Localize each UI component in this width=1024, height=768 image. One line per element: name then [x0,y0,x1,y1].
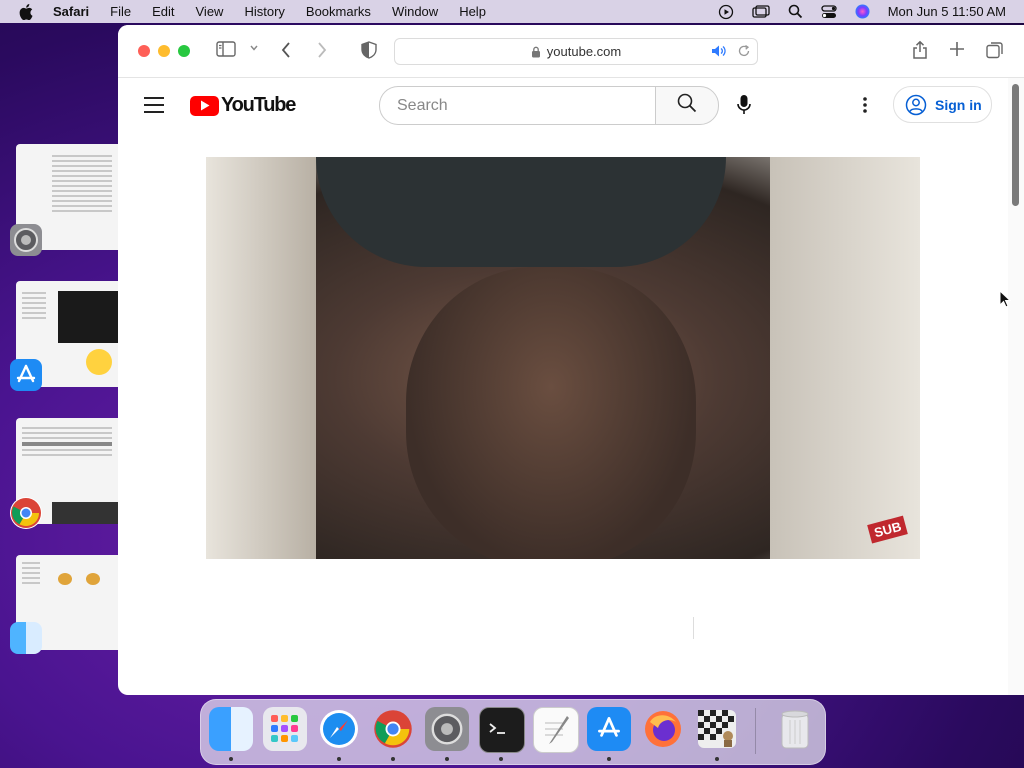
lock-icon [531,46,541,58]
chrome-app-icon[interactable] [10,497,42,529]
running-indicator [607,757,611,761]
finder-app-icon[interactable] [10,622,42,654]
menu-view[interactable]: View [196,4,224,19]
video-frame-face [406,267,696,559]
dock-trash-icon[interactable] [773,707,817,751]
sign-in-label: Sign in [935,96,982,113]
spotlight-search-icon[interactable] [788,4,803,19]
minimize-window-button[interactable] [158,45,170,57]
search-input[interactable] [395,95,639,116]
hamburger-menu-icon[interactable] [144,97,164,118]
menu-file[interactable]: File [110,4,131,19]
scrollbar-thumb[interactable] [1012,84,1019,206]
safari-toolbar: youtube.com [118,25,1024,78]
running-indicator [445,757,449,761]
menu-bookmarks[interactable]: Bookmarks [306,4,371,19]
safari-window: youtube.com YouTube Search Sign in SUB [118,25,1024,695]
new-tab-plus-icon[interactable] [949,41,965,57]
dock-system-preferences-icon[interactable] [425,707,469,751]
dock-app-store-icon[interactable] [587,707,631,751]
video-frame-background-left [206,157,316,559]
privacy-shield-icon[interactable] [361,41,377,59]
close-window-button[interactable] [138,45,150,57]
menu-app-name[interactable]: Safari [53,4,89,19]
video-frame-background-right [770,157,920,559]
siri-icon[interactable] [855,4,870,19]
control-center-icon[interactable] [821,4,837,19]
dock-separator [755,708,756,754]
menu-bar: Safari File Edit View History Bookmarks … [0,0,1024,23]
running-indicator [499,757,503,761]
youtube-play-icon [190,95,219,116]
app-store-app-icon[interactable] [10,359,42,391]
menu-edit[interactable]: Edit [152,4,174,19]
tab-overview-icon[interactable] [986,41,1004,59]
menu-history[interactable]: History [244,4,284,19]
screen-mirroring-icon[interactable] [752,4,770,19]
dock-finder-icon[interactable] [209,707,253,751]
dock-textedit-icon[interactable] [533,707,579,753]
menu-clock[interactable]: Mon Jun 5 11:50 AM [888,4,1006,19]
dock [200,699,826,765]
now-playing-icon[interactable] [718,4,734,20]
mouse-pointer-icon [999,289,1012,313]
search-icon [677,93,697,118]
sidebar-toggle-icon[interactable] [216,41,236,57]
youtube-logo-text: YouTube [221,94,296,116]
system-preferences-app-icon[interactable] [10,224,42,256]
user-account-icon [905,94,927,116]
back-arrow-icon[interactable] [280,41,292,59]
dock-terminal-icon[interactable] [479,707,525,753]
reload-icon[interactable] [737,44,751,61]
running-indicator [715,757,719,761]
menu-help[interactable]: Help [459,4,486,19]
youtube-logo[interactable]: YouTube [190,94,296,117]
dock-firefox-icon[interactable] [641,707,685,751]
youtube-header: YouTube Sign in [118,78,1008,134]
chevron-down-icon[interactable] [249,44,259,52]
speaker-audio-icon[interactable] [711,44,727,61]
page-scrollbar[interactable] [1008,78,1024,695]
menu-window[interactable]: Window [392,4,438,19]
video-frame-beanie [316,157,726,267]
dock-launchpad-icon[interactable] [263,707,307,751]
forward-arrow-icon[interactable] [316,41,328,59]
dock-chrome-icon[interactable] [371,707,415,751]
running-indicator [229,757,233,761]
zoom-window-button[interactable] [178,45,190,57]
address-url: youtube.com [546,44,622,59]
more-options-icon[interactable] [862,96,868,119]
dock-chess-icon[interactable] [695,707,739,751]
dock-safari-icon[interactable] [317,707,361,751]
microphone-icon[interactable] [736,94,752,121]
search-box[interactable] [379,86,655,125]
running-indicator [337,757,341,761]
running-indicator [391,757,395,761]
search-button[interactable] [655,86,719,125]
apple-menu-icon[interactable] [19,3,37,20]
address-bar[interactable]: youtube.com [394,38,758,65]
sign-in-button[interactable]: Sign in [893,86,992,123]
video-player[interactable]: SUB [206,157,920,559]
share-icon[interactable] [912,40,928,60]
divider [693,617,694,639]
